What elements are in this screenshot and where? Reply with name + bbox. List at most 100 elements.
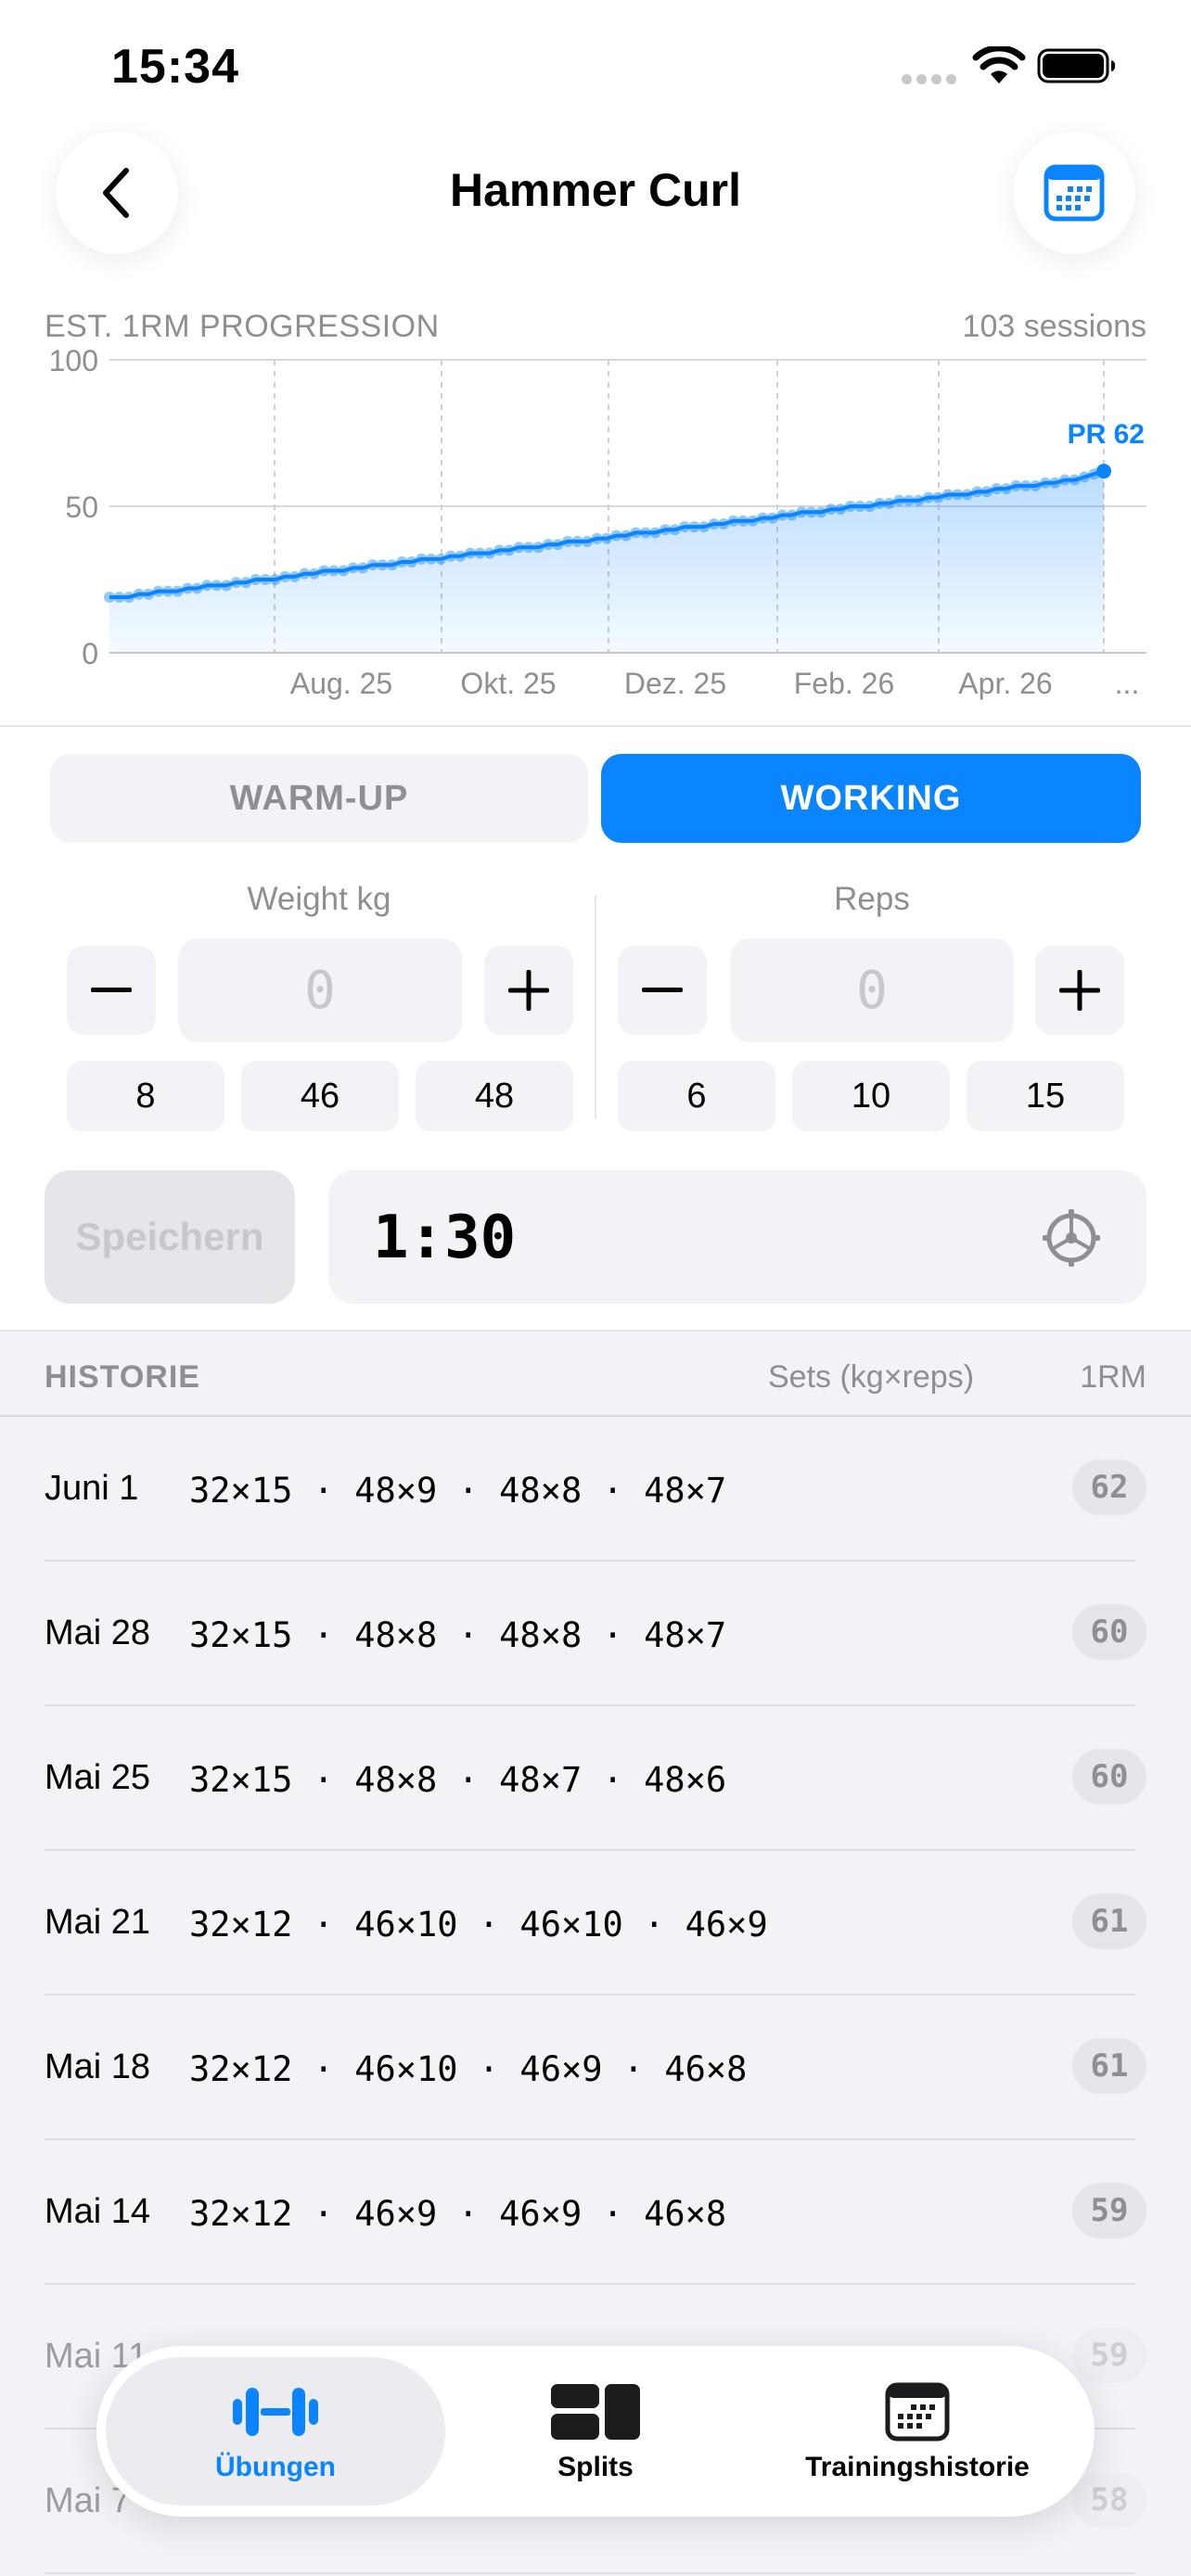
data-point: [152, 585, 164, 597]
tab-splits[interactable]: Splits: [436, 2346, 755, 2517]
data-point: [835, 504, 847, 516]
plus-icon: [508, 970, 549, 1011]
status-time: 15:34: [111, 40, 239, 94]
data-point: [532, 542, 544, 554]
x-tick-label: ...: [1115, 667, 1140, 700]
history-1rm-badge: 61: [1072, 2038, 1146, 2094]
row-divider: [45, 2572, 1135, 2574]
data-point: [162, 585, 174, 597]
history-sets: 32×15 · 48×8 · 48×7 · 48×6: [189, 1760, 727, 1800]
data-point: [669, 524, 681, 536]
weight-preset[interactable]: 48: [416, 1061, 573, 1131]
column-divider: [595, 896, 596, 1118]
weight-decrement-button[interactable]: [67, 946, 156, 1035]
data-point: [211, 580, 223, 592]
data-point: [737, 515, 749, 527]
data-point: [621, 529, 633, 542]
x-tick-label: Apr. 26: [958, 667, 1052, 700]
data-point: [405, 556, 417, 568]
data-point: [727, 515, 739, 527]
data-point: [1058, 474, 1070, 486]
minus-icon: [642, 988, 683, 992]
weight-value[interactable]: 0: [178, 938, 462, 1042]
data-point: [766, 512, 778, 524]
rest-timer[interactable]: 1:30: [328, 1170, 1146, 1304]
data-point: [757, 512, 769, 524]
data-point: [474, 547, 486, 559]
history-sets: 32×12 · 46×10 · 46×10 · 46×9: [189, 1905, 768, 1945]
history-sets: 32×12 · 46×10 · 46×9 · 46×8: [189, 2049, 748, 2089]
weight-preset[interactable]: 8: [67, 1061, 224, 1131]
dumbbell-icon: [233, 2388, 318, 2436]
data-point: [747, 515, 759, 527]
data-point: [327, 565, 339, 577]
history-date: Mai 18: [45, 2047, 151, 2086]
y-tick-label: 50: [65, 491, 98, 524]
data-point: [708, 517, 720, 529]
plus-icon: [1059, 970, 1100, 1011]
cellular-icon: [902, 74, 957, 85]
reps-increment-button[interactable]: [1035, 946, 1124, 1035]
reps-label: Reps: [834, 881, 910, 917]
data-point: [971, 486, 983, 498]
tab-training-history[interactable]: Trainingshistorie: [746, 2346, 1089, 2517]
data-point: [718, 517, 730, 529]
history-row[interactable]: Mai 18 32×12 · 46×10 · 46×9 · 46×8 61: [0, 1996, 1191, 2140]
data-point: [786, 509, 798, 521]
history-row[interactable]: Mai 28 32×15 · 48×8 · 48×8 · 48×7 60: [0, 1562, 1191, 1706]
working-toggle[interactable]: WORKING: [601, 754, 1141, 843]
data-point: [1030, 479, 1042, 491]
history-date: Juni 1: [45, 1469, 139, 1508]
history-row[interactable]: Mai 14 32×12 · 46×9 · 46×9 · 46×8 59: [0, 2140, 1191, 2285]
data-point: [1069, 474, 1081, 486]
data-point: [416, 553, 428, 565]
history-sets: 32×15 · 48×8 · 48×8 · 48×7: [189, 1615, 727, 1655]
history-row[interactable]: Mai 21 32×12 · 46×10 · 46×10 · 46×9 61: [0, 1851, 1191, 1996]
data-point: [874, 497, 886, 509]
data-point: [688, 521, 700, 533]
x-tick-label: Okt. 25: [460, 667, 556, 700]
data-point: [796, 506, 808, 518]
tab-exercises[interactable]: Übungen: [106, 2346, 445, 2517]
data-point: [903, 494, 915, 506]
history-1rm-badge: 59: [1072, 2183, 1146, 2238]
tab-label: Splits: [557, 2452, 634, 2482]
reps-preset[interactable]: 10: [792, 1061, 950, 1131]
data-point: [464, 547, 476, 559]
data-point: [444, 550, 456, 562]
timer-settings-icon[interactable]: [1043, 1209, 1100, 1267]
data-point: [561, 535, 573, 547]
weight-increment-button[interactable]: [484, 946, 573, 1035]
warmup-toggle[interactable]: WARM-UP: [50, 754, 588, 843]
data-point: [366, 559, 378, 571]
data-point: [522, 542, 534, 554]
data-point: [991, 483, 1003, 495]
data-point: [123, 591, 135, 603]
x-tick-label: Dez. 25: [624, 667, 726, 700]
calendar-button[interactable]: [1013, 132, 1135, 254]
data-point: [825, 504, 837, 516]
data-point: [932, 491, 944, 504]
data-point: [191, 582, 203, 594]
data-point: [581, 535, 593, 547]
history-1rm-badge: 60: [1072, 1749, 1146, 1804]
data-point: [893, 494, 905, 506]
reps-decrement-button[interactable]: [618, 946, 707, 1035]
data-point: [883, 497, 895, 509]
reps-preset[interactable]: 15: [967, 1061, 1124, 1131]
data-point: [1010, 479, 1022, 491]
data-point: [649, 527, 661, 539]
data-point: [143, 588, 155, 600]
data-point: [338, 565, 350, 577]
weight-preset[interactable]: 46: [241, 1061, 399, 1131]
data-point: [201, 580, 213, 592]
history-row[interactable]: Mai 25 32×15 · 48×8 · 48×7 · 48×6 60: [0, 1706, 1191, 1851]
history-1rm-badge: 61: [1072, 1894, 1146, 1949]
reps-value[interactable]: 0: [730, 938, 1014, 1042]
reps-preset[interactable]: 6: [618, 1061, 775, 1131]
data-point: [552, 539, 564, 551]
save-button[interactable]: Speichern: [45, 1170, 295, 1304]
data-point: [221, 580, 233, 592]
history-col-sets: Sets (kg×reps): [768, 1359, 975, 1395]
history-row[interactable]: Juni 1 32×15 · 48×9 · 48×8 · 48×7 62: [0, 1417, 1191, 1562]
